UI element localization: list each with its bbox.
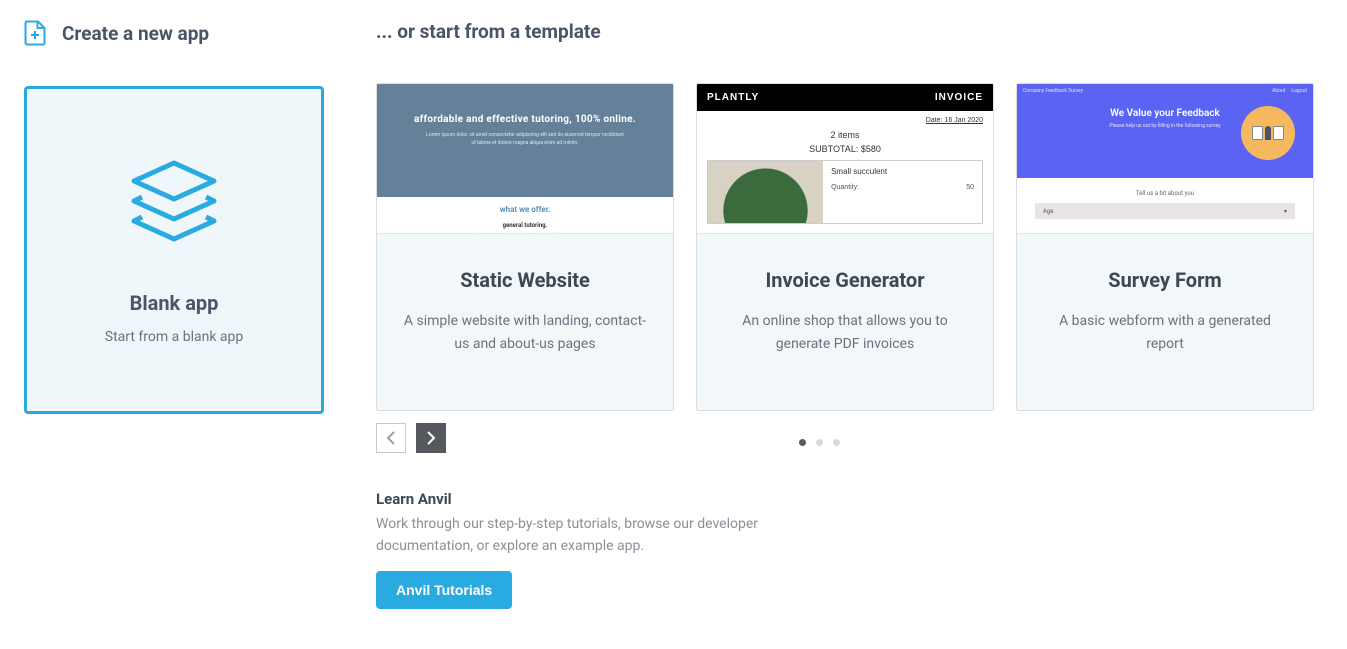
- thumb-top-link: About: [1272, 88, 1285, 94]
- carousel-prev-button[interactable]: [376, 423, 406, 453]
- carousel-controls: [376, 423, 1323, 453]
- chevron-down-icon: ▾: [1284, 208, 1287, 215]
- thumb-item-name: Small succulent: [831, 167, 974, 176]
- learn-desc: Work through our step-by-step tutorials,…: [376, 514, 856, 557]
- layers-icon: [126, 155, 222, 255]
- carousel-dots: [316, 439, 1323, 446]
- thumb-headline: affordable and effective tutoring, 100% …: [414, 114, 636, 125]
- template-desc: A simple website with landing, contact-u…: [399, 310, 651, 356]
- chevron-left-icon: [386, 431, 396, 445]
- blank-app-subtitle: Start from a blank app: [105, 329, 243, 345]
- template-desc: An online shop that allows you to genera…: [719, 310, 971, 356]
- thumb-offer-sub: Lorem ipsum dolor sit amet consectetur a…: [479, 231, 570, 234]
- template-card-static-website[interactable]: affordable and effective tutoring, 100% …: [376, 83, 674, 411]
- add-file-icon: [24, 20, 46, 46]
- thumb-items: 2 items: [697, 126, 993, 142]
- template-card-survey-form[interactable]: Company Feedback Survey About Logout We …: [1016, 83, 1314, 411]
- template-title: Survey Form: [1039, 268, 1291, 292]
- thumb-offer-label: what we offer.: [500, 205, 551, 214]
- tutorials-button[interactable]: Anvil Tutorials: [376, 571, 512, 609]
- template-card-invoice-generator[interactable]: PLANTLY INVOICE Date: 16 Jan 2020 2 item…: [696, 83, 994, 411]
- create-header: Create a new app: [24, 20, 376, 46]
- thumb-qty-label: Quantity:: [831, 184, 859, 191]
- thumb-brand: Company Feedback Survey: [1023, 88, 1083, 94]
- thumb-brand: PLANTLY: [707, 92, 759, 103]
- thumb-plant-image: [708, 161, 823, 223]
- thumb-date: Date: 16 Jan 2020: [697, 111, 993, 126]
- chevron-right-icon: [426, 431, 436, 445]
- thumb-subtotal: SUBTOTAL: $580: [697, 142, 993, 160]
- thumb-field: Age ▾: [1035, 203, 1295, 219]
- template-thumb: Company Feedback Survey About Logout We …: [1017, 84, 1313, 234]
- thumb-offer-title: general tutoring.: [503, 222, 548, 229]
- learn-title: Learn Anvil: [376, 490, 1323, 508]
- learn-section: Learn Anvil Work through our step-by-ste…: [376, 490, 1323, 609]
- template-thumb: affordable and effective tutoring, 100% …: [377, 84, 673, 234]
- template-title: ... or start from a template: [376, 20, 601, 43]
- thumb-qty-value: 50: [966, 184, 974, 191]
- thumb-subtext: Lorem ipsum dolor sit amet consectetur a…: [425, 131, 625, 147]
- thumb-top-link: Logout: [1291, 88, 1307, 94]
- blank-app-card[interactable]: Blank app Start from a blank app: [24, 86, 324, 414]
- create-title: Create a new app: [62, 22, 209, 45]
- template-header: ... or start from a template: [376, 20, 1323, 43]
- templates-list: affordable and effective tutoring, 100% …: [376, 83, 1323, 411]
- carousel-dot[interactable]: [833, 439, 840, 446]
- template-title: Static Website: [399, 268, 651, 292]
- carousel-dot[interactable]: [816, 439, 823, 446]
- template-title: Invoice Generator: [719, 268, 971, 292]
- template-desc: A basic webform with a generated report: [1039, 310, 1291, 356]
- carousel-next-button[interactable]: [416, 423, 446, 453]
- thumb-section-label: Tell us a bit about you: [1035, 190, 1295, 197]
- thumb-doc-label: INVOICE: [935, 92, 983, 103]
- carousel-dot[interactable]: [799, 439, 806, 446]
- blank-app-title: Blank app: [130, 291, 219, 315]
- thumb-illustration: [1241, 106, 1295, 160]
- template-thumb: PLANTLY INVOICE Date: 16 Jan 2020 2 item…: [697, 84, 993, 234]
